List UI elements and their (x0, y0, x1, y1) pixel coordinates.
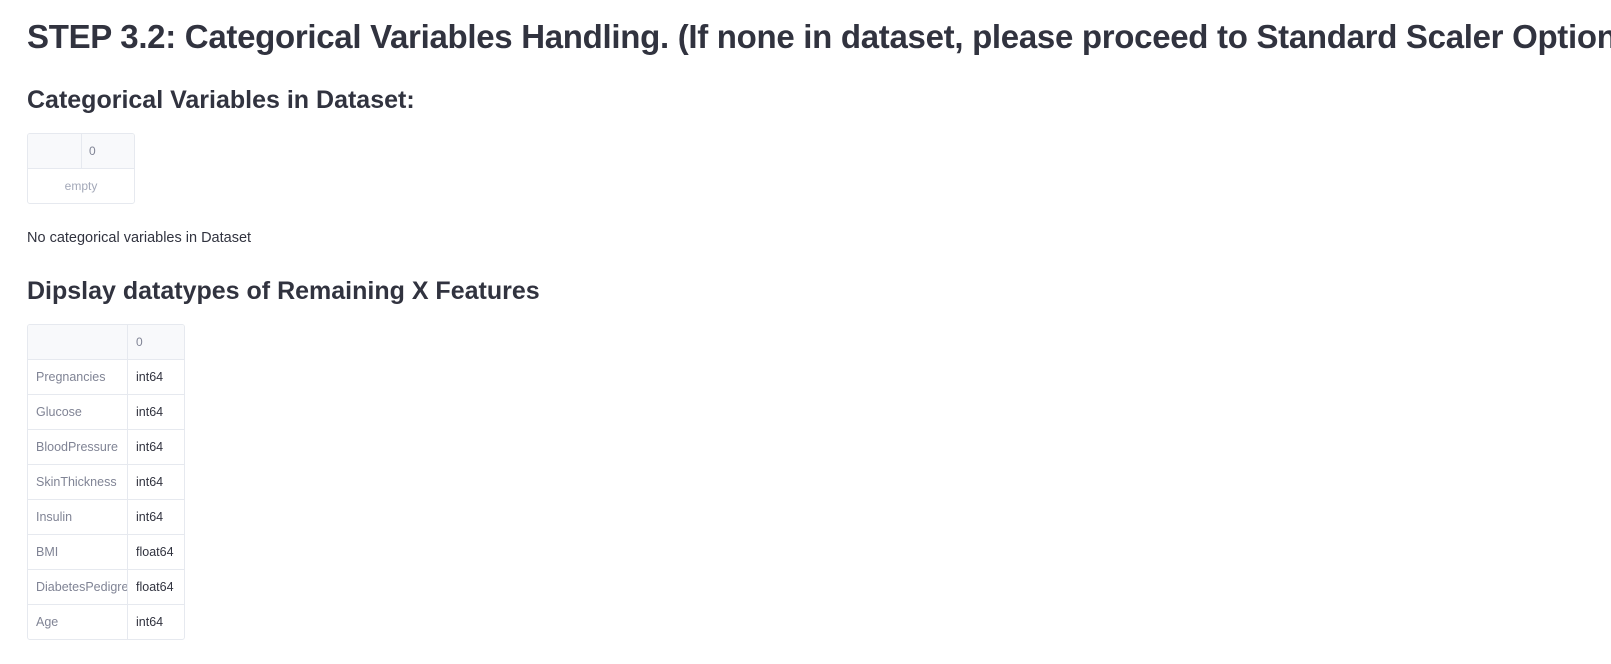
dtype-cell: int64 (136, 440, 164, 454)
dtype-cell: int64 (136, 370, 164, 384)
row-index-cell: Glucose (28, 395, 128, 429)
categorical-heading: Categorical Variables in Dataset: (27, 86, 415, 114)
empty-placeholder: empty (64, 179, 98, 193)
categorical-dataframe[interactable]: 0 empty (27, 133, 135, 204)
dtypes-heading: Dipslay datatypes of Remaining X Feature… (27, 277, 540, 305)
index-header-cell (28, 134, 82, 168)
table-row[interactable]: BloodPressure int64 (28, 430, 184, 465)
dtype-cell: int64 (136, 510, 164, 524)
table-row[interactable]: BMI float64 (28, 535, 184, 570)
dtypes-dataframe[interactable]: 0 Pregnancies int64 Glucose int64 BloodP… (27, 324, 185, 640)
dtype-cell: float64 (136, 580, 174, 594)
table-row[interactable]: DiabetesPedigre float64 (28, 570, 184, 605)
row-index-cell: BloodPressure (28, 430, 128, 464)
table-row[interactable]: Glucose int64 (28, 395, 184, 430)
column-header-cell[interactable]: 0 (82, 134, 134, 168)
table-row[interactable]: Insulin int64 (28, 500, 184, 535)
dtype-cell: int64 (136, 405, 164, 419)
row-index-cell: DiabetesPedigre (28, 570, 128, 604)
column-header-cell[interactable]: 0 (128, 325, 184, 359)
no-categorical-message: No categorical variables in Dataset (27, 230, 252, 246)
row-index-cell: BMI (28, 535, 128, 569)
row-index-cell: Pregnancies (28, 360, 128, 394)
table-header-row: 0 (28, 134, 134, 169)
row-index-cell: Age (28, 605, 128, 639)
dtype-cell: int64 (136, 475, 164, 489)
step-heading: STEP 3.2: Categorical Variables Handling… (27, 18, 1611, 55)
table-row[interactable]: Age int64 (28, 605, 184, 639)
app-main: STEP 3.2: Categorical Variables Handling… (0, 0, 1611, 664)
dtype-cell: float64 (136, 545, 174, 559)
table-row[interactable]: SkinThickness int64 (28, 465, 184, 500)
row-index-cell: Insulin (28, 500, 128, 534)
index-header-cell (28, 325, 128, 359)
dtype-cell: int64 (136, 615, 164, 629)
table-row[interactable]: Pregnancies int64 (28, 360, 184, 395)
row-index-cell: SkinThickness (28, 465, 128, 499)
table-header-row: 0 (28, 325, 184, 360)
